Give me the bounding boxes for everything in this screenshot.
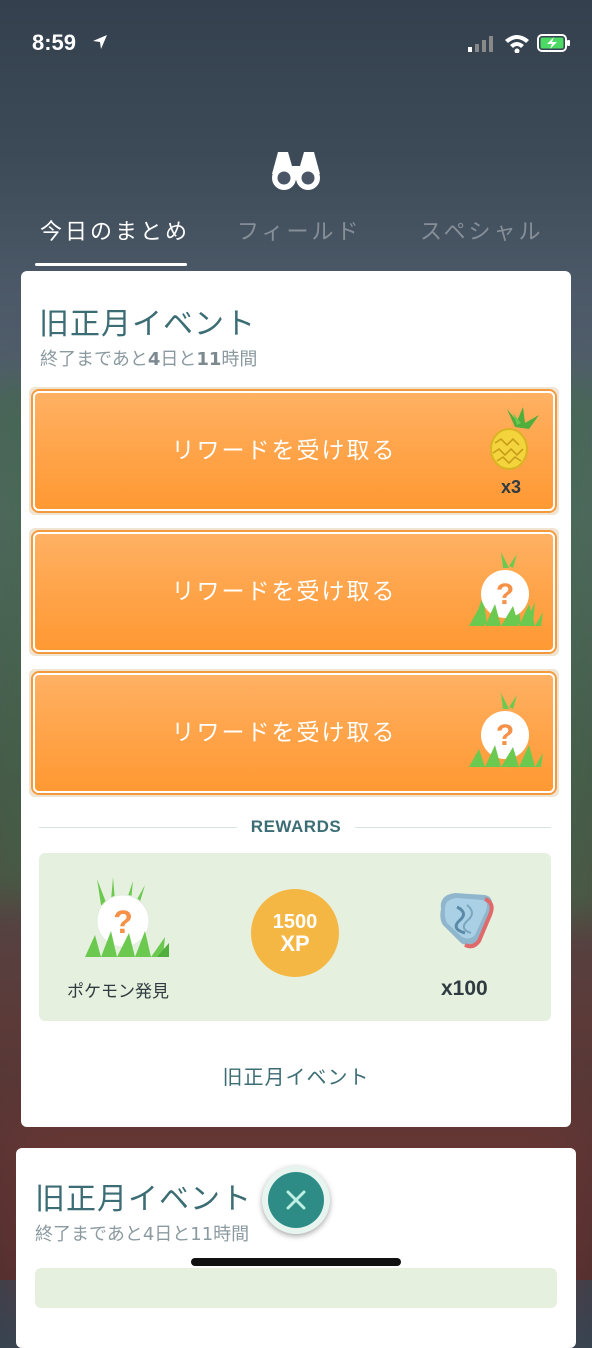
home-indicator[interactable] <box>191 1258 401 1266</box>
claim-reward-button-1[interactable]: リワードを受け取る x3 <box>29 387 559 515</box>
encounter-reward-label: ポケモン発見 <box>67 982 169 1002</box>
svg-text:?: ? <box>496 578 514 611</box>
close-button[interactable] <box>262 1166 330 1234</box>
claim-reward-button-3[interactable]: リワードを受け取る ? <box>29 669 559 797</box>
xp-unit: XP <box>280 931 310 956</box>
claim-reward-button-2[interactable]: リワードを受け取る ? <box>29 528 559 656</box>
xp-reward-badge: 1500 XP <box>251 889 339 977</box>
claim-reward-label: リワードを受け取る <box>171 438 397 464</box>
close-icon <box>286 1190 306 1210</box>
battery-charging-icon <box>537 34 570 52</box>
event-footer-label[interactable]: 旧正月イベント <box>21 1061 571 1090</box>
wifi-icon <box>505 35 529 53</box>
event-remaining-time: 終了まであと4日と11時間 <box>35 1224 250 1245</box>
tab-bar: 今日のまとめ フィールド スペシャル <box>0 210 592 270</box>
event-card: 旧正月イベント 終了まであと4日と11時間 リワードを受け取る x3 リワードを… <box>21 271 571 1127</box>
svg-text:?: ? <box>496 719 514 752</box>
location-arrow-icon <box>93 35 107 49</box>
event-title: 旧正月イベント <box>35 1182 252 1217</box>
pinap-berry-icon <box>490 407 539 470</box>
binoculars-icon <box>272 152 320 190</box>
tab-special[interactable]: スペシャル <box>420 214 543 246</box>
pokemon-encounter-icon: ? <box>469 552 543 626</box>
status-time: 8:59 <box>32 30 77 55</box>
rewards-panel: ? ポケモン発見 1500 XP x100 <box>39 853 551 1021</box>
svg-text:?: ? <box>113 904 133 940</box>
event-remaining-time: 終了まであと4日と11時間 <box>40 349 258 370</box>
tab-today-summary[interactable]: 今日のまとめ <box>40 214 190 246</box>
candy-quantity: x100 <box>441 977 488 1000</box>
status-bar: 8:59 <box>0 0 592 80</box>
pokemon-encounter-icon: ? <box>85 877 169 957</box>
rewards-panel <box>35 1268 557 1308</box>
pokemon-encounter-icon: ? <box>469 693 543 767</box>
rewards-header: REWARDS <box>21 817 571 837</box>
cellular-signal-icon <box>468 36 493 52</box>
event-title: 旧正月イベント <box>39 307 256 342</box>
rare-candy-icon <box>440 893 494 949</box>
reward-quantity: x3 <box>500 477 521 497</box>
tab-field[interactable]: フィールド <box>237 214 362 246</box>
active-tab-indicator <box>35 263 187 266</box>
